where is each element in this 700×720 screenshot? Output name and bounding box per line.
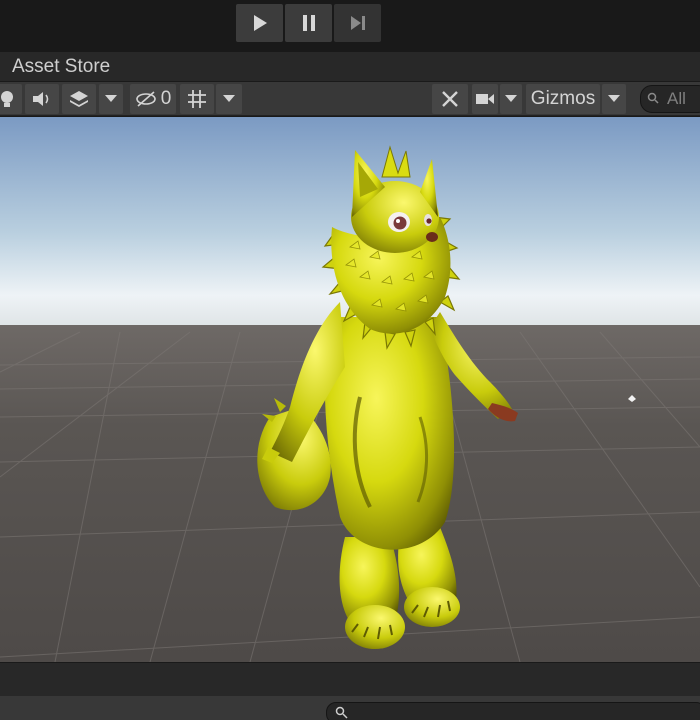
tools-button[interactable] [432,84,468,114]
hidden-objects-toggle[interactable]: 0 [130,84,176,114]
camera-dropdown[interactable] [500,84,522,114]
tab-header: Asset Store [0,52,700,82]
gizmos-button[interactable]: Gizmos [526,84,600,114]
audio-toggle[interactable] [25,84,59,114]
hidden-count: 0 [160,88,172,109]
effects-layers-icon [70,91,88,107]
effects-dropdown[interactable] [99,84,123,114]
scene-search-input[interactable]: All [640,85,700,113]
gizmos-label: Gizmos [530,88,596,109]
play-toolbar [0,0,700,48]
grid-icon [188,90,206,108]
lighting-icon [1,91,13,107]
scene-render [0,117,700,662]
step-icon [350,16,365,30]
tab-asset-store[interactable]: Asset Store [12,56,110,78]
dropdown-icon [105,95,117,102]
audio-icon [33,92,49,106]
play-button[interactable] [236,4,283,42]
search-icon [647,92,659,104]
search-placeholder: All [667,89,686,108]
visibility-icon [135,91,156,107]
scene-viewport[interactable] [0,117,700,662]
lighting-toggle[interactable] [0,84,22,114]
effects-toggle[interactable] [62,84,96,114]
dropdown-icon [608,95,620,102]
pause-icon [302,15,315,31]
gizmos-dropdown[interactable] [602,84,626,114]
dropdown-icon [505,95,517,102]
scene-toolbar: 0 Gizmos All [0,82,700,116]
camera-button[interactable] [472,84,498,114]
tools-icon [442,91,458,107]
pause-button[interactable] [285,4,332,42]
grid-dropdown[interactable] [216,84,242,114]
bottom-panel-header [0,662,700,696]
grid-toggle[interactable] [180,84,214,114]
bottom-search-input[interactable] [326,702,700,720]
dropdown-icon [223,95,235,102]
step-button[interactable] [334,4,381,42]
play-icon [253,15,267,31]
camera-icon [476,94,494,104]
play-controls [236,4,381,42]
search-icon [335,706,348,719]
